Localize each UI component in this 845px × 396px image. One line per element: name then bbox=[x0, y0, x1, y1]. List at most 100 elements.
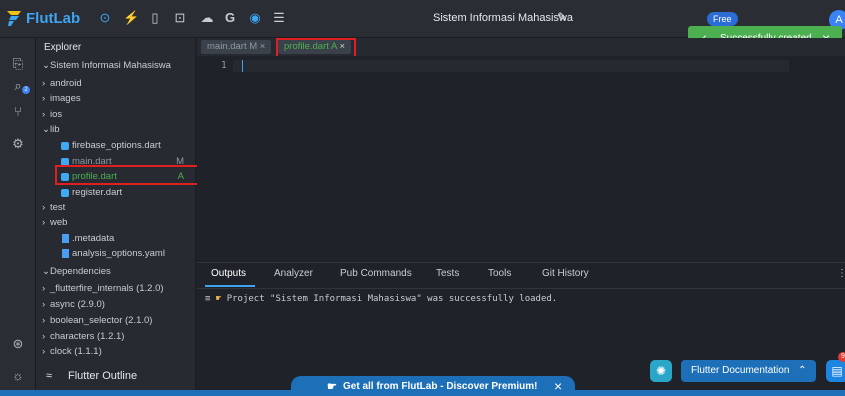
tree-item-register-dart[interactable]: register.dart bbox=[36, 185, 196, 200]
tree-item-label: register.dart bbox=[72, 187, 123, 198]
tab-git-history[interactable]: Git History bbox=[542, 268, 589, 279]
google-icon[interactable]: G bbox=[222, 10, 238, 26]
chevron-right-icon: › bbox=[42, 217, 46, 228]
tree-item-label: test bbox=[50, 202, 66, 213]
ai-icon: ✺ bbox=[655, 364, 667, 378]
dependency-label: boolean_selector (2.1.0) bbox=[50, 315, 153, 326]
tree-item-label: .metadata bbox=[72, 233, 115, 244]
tree-item-analysis-options[interactable]: analysis_options.yaml bbox=[36, 246, 196, 261]
dependency-label: _flutterfire_internals (1.2.0) bbox=[50, 283, 164, 294]
current-line bbox=[233, 60, 789, 72]
tab-pub-commands[interactable]: Pub Commands bbox=[340, 268, 412, 279]
dependency-label: clock (1.1.1) bbox=[50, 346, 102, 357]
active-tab-indicator bbox=[205, 285, 255, 287]
tab-analyzer[interactable]: Analyzer bbox=[274, 268, 313, 279]
tab-tests[interactable]: Tests bbox=[436, 268, 459, 279]
tree-item-test[interactable]: › test bbox=[36, 200, 196, 215]
chevron-right-icon: › bbox=[42, 331, 46, 342]
run-icon[interactable]: ⊙ bbox=[97, 10, 113, 26]
dependency-item[interactable]: › async (2.9.0) bbox=[36, 297, 196, 312]
chevron-right-icon: › bbox=[42, 93, 46, 104]
source-control-icon[interactable]: ⑂ bbox=[10, 104, 26, 120]
chevron-right-icon: › bbox=[42, 315, 46, 326]
flutlab-logo-icon bbox=[7, 11, 21, 26]
menu-icon[interactable]: ☰ bbox=[271, 10, 287, 26]
chevron-double-up-icon: ≈ bbox=[46, 370, 53, 382]
chevron-right-icon: › bbox=[42, 299, 46, 310]
chevron-right-icon: › bbox=[42, 202, 46, 213]
editor-tabs: main.dart M × profile.dart A × bbox=[197, 38, 845, 58]
tree-item-label: firebase_options.dart bbox=[72, 140, 161, 151]
dart-file-icon bbox=[61, 189, 69, 197]
output-text: Project "Sistem Informasi Mahasiswa" was… bbox=[226, 294, 558, 304]
dependency-label: characters (1.2.1) bbox=[50, 331, 125, 342]
tab-tools[interactable]: Tools bbox=[488, 268, 511, 279]
ai-assistant-button[interactable]: ✺ bbox=[650, 360, 672, 382]
highlight-box-profile-file bbox=[55, 165, 203, 185]
hot-reload-icon[interactable]: ⚡ bbox=[123, 10, 139, 26]
close-icon[interactable]: × bbox=[260, 41, 266, 52]
account-icon[interactable]: ⊛ bbox=[10, 336, 26, 352]
source-control-badge: 2 bbox=[22, 86, 30, 94]
plan-badge[interactable]: Free bbox=[707, 12, 738, 26]
tree-item-images[interactable]: › images bbox=[36, 91, 196, 106]
save-icon[interactable]: ⊡ bbox=[172, 10, 188, 26]
tree-item-firebase-options[interactable]: firebase_options.dart bbox=[36, 138, 196, 153]
tab-outputs[interactable]: Outputs bbox=[211, 268, 246, 279]
more-icon[interactable]: ⋮ bbox=[837, 268, 845, 279]
tree-item-ios[interactable]: › ios bbox=[36, 107, 196, 122]
tree-item-label: ios bbox=[50, 109, 63, 120]
file-icon bbox=[62, 234, 69, 243]
dependency-item[interactable]: › _flutterfire_internals (1.2.0) bbox=[36, 281, 196, 296]
chevron-right-icon: › bbox=[42, 109, 46, 120]
flutter-outline-toggle[interactable]: ≈ Flutter Outline bbox=[36, 369, 196, 384]
chevron-right-icon: › bbox=[42, 78, 46, 89]
tree-item-web[interactable]: › web bbox=[36, 215, 196, 230]
dependencies-header[interactable]: ⌄ Dependencies bbox=[36, 264, 196, 279]
brand-name: FlutLab bbox=[26, 10, 81, 27]
dependency-item[interactable]: › characters (1.2.1) bbox=[36, 329, 196, 344]
tree-item-label: android bbox=[50, 78, 82, 89]
dependency-item[interactable]: › clock (1.1.1) bbox=[36, 344, 196, 359]
pointing-hand-icon: ☛ bbox=[215, 294, 222, 304]
tree-item-label: lib bbox=[50, 124, 60, 135]
tree-item-lib[interactable]: ⌄ lib bbox=[36, 122, 196, 137]
dart-file-icon bbox=[61, 142, 69, 150]
premium-text: Get all from FlutLab - Discover Premium! bbox=[343, 381, 538, 392]
tree-item-metadata[interactable]: .metadata bbox=[36, 231, 196, 246]
bug-icon[interactable]: ☼ bbox=[10, 368, 26, 384]
close-icon[interactable]: × bbox=[554, 376, 562, 396]
premium-banner[interactable]: ☛ Get all from FlutLab - Discover Premiu… bbox=[291, 376, 575, 396]
explorer-panel: Explorer ⌄ Sistem Informasi Mahasiswa › … bbox=[36, 38, 203, 396]
flutter-outline-title: Flutter Outline bbox=[68, 370, 138, 382]
tree-root[interactable]: ⌄ Sistem Informasi Mahasiswa bbox=[36, 58, 196, 73]
output-line: ≡ ☛ Project "Sistem Informasi Mahasiswa"… bbox=[205, 294, 557, 304]
pointing-hand-icon: ☛ bbox=[327, 381, 337, 393]
cloud-icon[interactable]: ☁ bbox=[199, 10, 215, 26]
chat-badge: 9 bbox=[838, 352, 845, 362]
dependency-item[interactable]: › boolean_selector (2.1.0) bbox=[36, 313, 196, 328]
dependencies-title: Dependencies bbox=[50, 266, 111, 277]
settings-icon[interactable]: ⚙ bbox=[10, 136, 26, 152]
tree-item-label: analysis_options.yaml bbox=[72, 248, 165, 259]
docs-label: Flutter Documentation bbox=[691, 365, 790, 376]
files-icon[interactable]: ⎘ bbox=[10, 56, 26, 72]
chevron-right-icon: › bbox=[42, 346, 46, 357]
code-editor[interactable]: 1 bbox=[197, 56, 845, 262]
list-icon: ≡ bbox=[205, 294, 211, 304]
device-icon[interactable]: ▯ bbox=[147, 10, 163, 26]
tab-main-dart[interactable]: main.dart M × bbox=[201, 40, 272, 54]
explorer-title: Explorer bbox=[44, 42, 82, 53]
chat-button[interactable]: ▤ bbox=[826, 360, 845, 382]
highlight-box-profile-tab bbox=[276, 38, 356, 58]
chevron-right-icon: › bbox=[42, 283, 46, 294]
file-icon bbox=[62, 249, 69, 258]
chat-icon: ▤ bbox=[831, 364, 843, 378]
tree-item-label: web bbox=[50, 217, 68, 228]
flutter-docs-button[interactable]: Flutter Documentation ⌃ bbox=[681, 360, 816, 382]
tree-item-android[interactable]: › android bbox=[36, 76, 196, 91]
firebase-icon[interactable]: ◉ bbox=[247, 10, 263, 26]
chevron-double-up-icon: ⌃ bbox=[798, 365, 807, 376]
tree-item-label: images bbox=[50, 93, 81, 104]
edit-title-icon[interactable]: ✎ bbox=[557, 10, 567, 24]
